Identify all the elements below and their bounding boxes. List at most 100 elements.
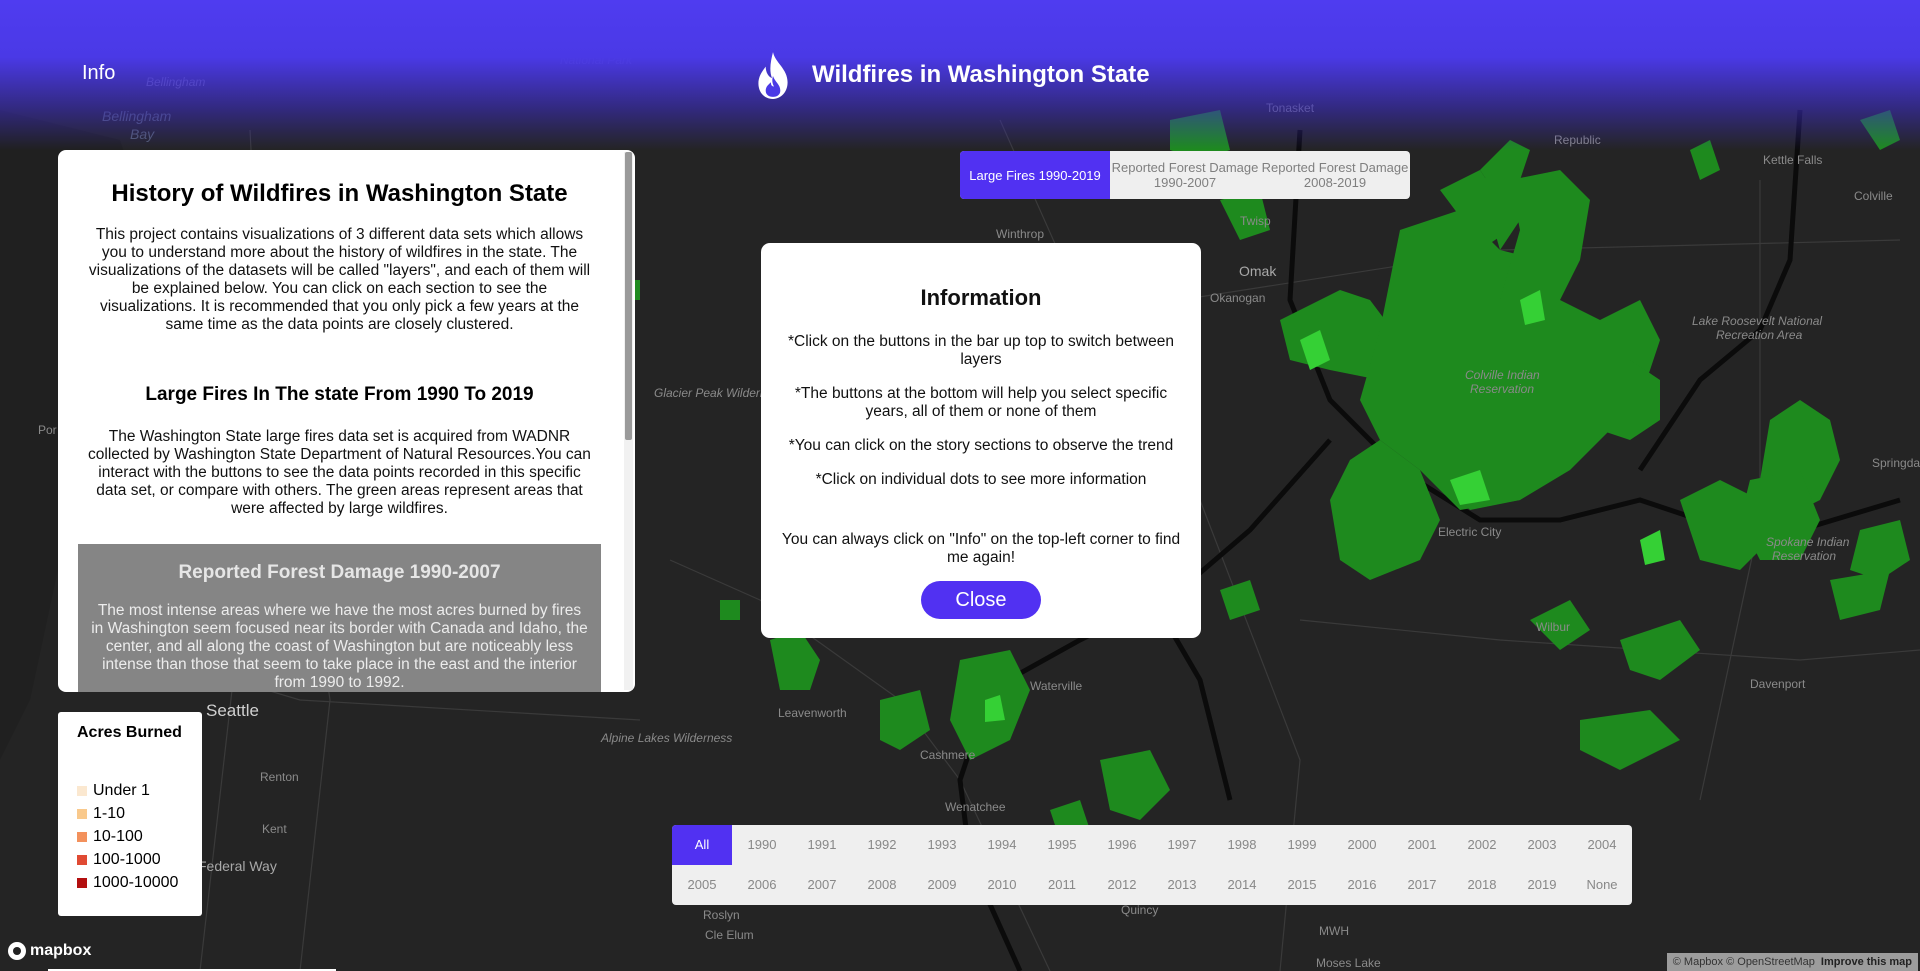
info-link[interactable]: Info [82,62,115,85]
legend-label: 1000-10000 [93,874,179,891]
year-button-2003[interactable]: 2003 [1512,825,1572,865]
mapbox-logo[interactable]: mapbox [8,942,91,960]
improve-map-link[interactable]: Improve this map [1821,956,1912,968]
legend-item-under-1: Under 1 [77,782,150,800]
legend-item-100-1000: 100-1000 [77,851,161,869]
layer-tabs: Large Fires 1990-2019 Reported Forest Da… [960,151,1410,199]
info-modal: Information *Click on the buttons in the… [761,243,1201,638]
legend-label: 1-10 [93,805,126,822]
year-button-2016[interactable]: 2016 [1332,865,1392,905]
year-button-1999[interactable]: 1999 [1272,825,1332,865]
fire-icon [758,52,788,99]
year-button-2014[interactable]: 2014 [1212,865,1272,905]
story-title: History of Wildfires in Washington State [111,180,568,207]
year-button-2000[interactable]: 2000 [1332,825,1392,865]
title-group: Wildfires in Washington State [752,50,1150,100]
year-button-2018[interactable]: 2018 [1452,865,1512,905]
story-scroll-thumb[interactable] [625,152,632,440]
svg-text:Colville: Colville [1854,189,1893,203]
svg-text:Kent: Kent [262,822,287,836]
year-button-2017[interactable]: 2017 [1392,865,1452,905]
story-panel[interactable]: History of Wildfires in Washington State… [58,150,635,692]
legend-swatch [77,832,87,842]
tab-forest-damage-1990-2007[interactable]: Reported Forest Damage 1990-2007 [1110,151,1260,199]
mapbox-logo-text: mapbox [30,942,92,959]
tab-large-fires[interactable]: Large Fires 1990-2019 [960,151,1110,199]
svg-text:Springdale: Springdale [1872,456,1920,470]
svg-text:Electric City: Electric City [1438,525,1501,539]
year-button-1992[interactable]: 1992 [852,825,912,865]
legend-swatch [77,878,87,888]
svg-text:Por: Por [38,423,57,437]
mapbox-logo-icon [8,942,26,960]
legend-title: Acres Burned [77,724,182,741]
year-button-none[interactable]: None [1572,865,1632,905]
year-button-2004[interactable]: 2004 [1572,825,1632,865]
svg-text:Cle Elum: Cle Elum [705,928,754,942]
year-button-1991[interactable]: 1991 [792,825,852,865]
svg-text:Twisp: Twisp [1240,214,1271,228]
svg-text:Kettle Falls: Kettle Falls [1763,153,1822,167]
modal-line: *You can click on the story sections to … [788,437,1174,454]
year-button-2001[interactable]: 2001 [1392,825,1452,865]
year-button-2007[interactable]: 2007 [792,865,852,905]
year-button-2013[interactable]: 2013 [1152,865,1212,905]
legend-label: Under 1 [93,782,150,799]
year-button-all[interactable]: All [672,825,732,865]
section-title-large-fires: Large Fires In The state From 1990 To 20… [145,384,534,405]
year-button-1995[interactable]: 1995 [1032,825,1092,865]
svg-text:Winthrop: Winthrop [996,227,1044,241]
modal-line: *Click on individual dots to see more in… [815,471,1147,488]
svg-text:Quincy: Quincy [1121,903,1158,917]
legend-swatch [77,809,87,819]
year-button-1998[interactable]: 1998 [1212,825,1272,865]
year-button-2005[interactable]: 2005 [672,865,732,905]
year-button-2011[interactable]: 2011 [1032,865,1092,905]
svg-text:Leavenworth: Leavenworth [778,706,847,720]
svg-text:Spokane Indian: Spokane Indian [1766,535,1850,549]
story-section-forest-damage-1990-2007[interactable]: Reported Forest Damage 1990-2007 The mos… [78,544,601,692]
legend-label: 10-100 [93,828,143,845]
svg-text:Lake Roosevelt National: Lake Roosevelt National [1692,314,1822,328]
legend-label: 100-1000 [93,851,161,868]
legend-swatch [77,786,87,796]
story-content: History of Wildfires in Washington State… [58,150,621,692]
tab-forest-damage-2008-2019[interactable]: Reported Forest Damage 2008-2019 [1260,151,1410,199]
svg-text:Okanogan: Okanogan [1210,291,1265,305]
svg-text:Colville Indian: Colville Indian [1465,368,1540,382]
modal-footer-text: You can always click on "Info" on the to… [781,531,1181,566]
year-button-1997[interactable]: 1997 [1152,825,1212,865]
map-attribution: © Mapbox © OpenStreetMap Improve this map [1666,953,1918,971]
year-button-1996[interactable]: 1996 [1092,825,1152,865]
svg-text:Omak: Omak [1239,263,1277,279]
year-selector: All 1990 1991 1992 1993 1994 1995 1996 1997 1998 1… [672,825,1632,905]
svg-text:MWH: MWH [1319,924,1349,938]
site-title: Wildfires in Washington State [812,61,1150,88]
year-button-1993[interactable]: 1993 [912,825,972,865]
story-scrollbar[interactable] [624,152,633,690]
story-section-large-fires[interactable]: Large Fires In The state From 1990 To 20… [58,384,621,518]
year-button-2006[interactable]: 2006 [732,865,792,905]
svg-text:Federal Way: Federal Way [198,858,277,874]
close-button[interactable]: Close [921,581,1041,619]
section-text-large-fires: The Washington State large fires data se… [88,428,591,517]
year-button-2010[interactable]: 2010 [972,865,1032,905]
section-title-forest-damage: Reported Forest Damage 1990-2007 [178,562,501,583]
year-button-2002[interactable]: 2002 [1452,825,1512,865]
svg-text:Cashmere: Cashmere [920,748,976,762]
legend-swatch [77,855,87,865]
svg-text:Reservation: Reservation [1470,382,1534,396]
year-button-1990[interactable]: 1990 [732,825,792,865]
year-button-2009[interactable]: 2009 [912,865,972,905]
year-button-2015[interactable]: 2015 [1272,865,1332,905]
header-bar: Info Wildfires in Washington State [0,0,1920,150]
legend-item-10-100: 10-100 [77,828,143,846]
year-button-2019[interactable]: 2019 [1512,865,1572,905]
svg-text:Davenport: Davenport [1750,677,1806,691]
attribution-text[interactable]: © Mapbox © OpenStreetMap [1673,956,1815,968]
svg-text:Waterville: Waterville [1030,679,1083,693]
year-button-1994[interactable]: 1994 [972,825,1032,865]
year-button-2012[interactable]: 2012 [1092,865,1152,905]
year-button-2008[interactable]: 2008 [852,865,912,905]
svg-text:Roslyn: Roslyn [703,908,740,922]
